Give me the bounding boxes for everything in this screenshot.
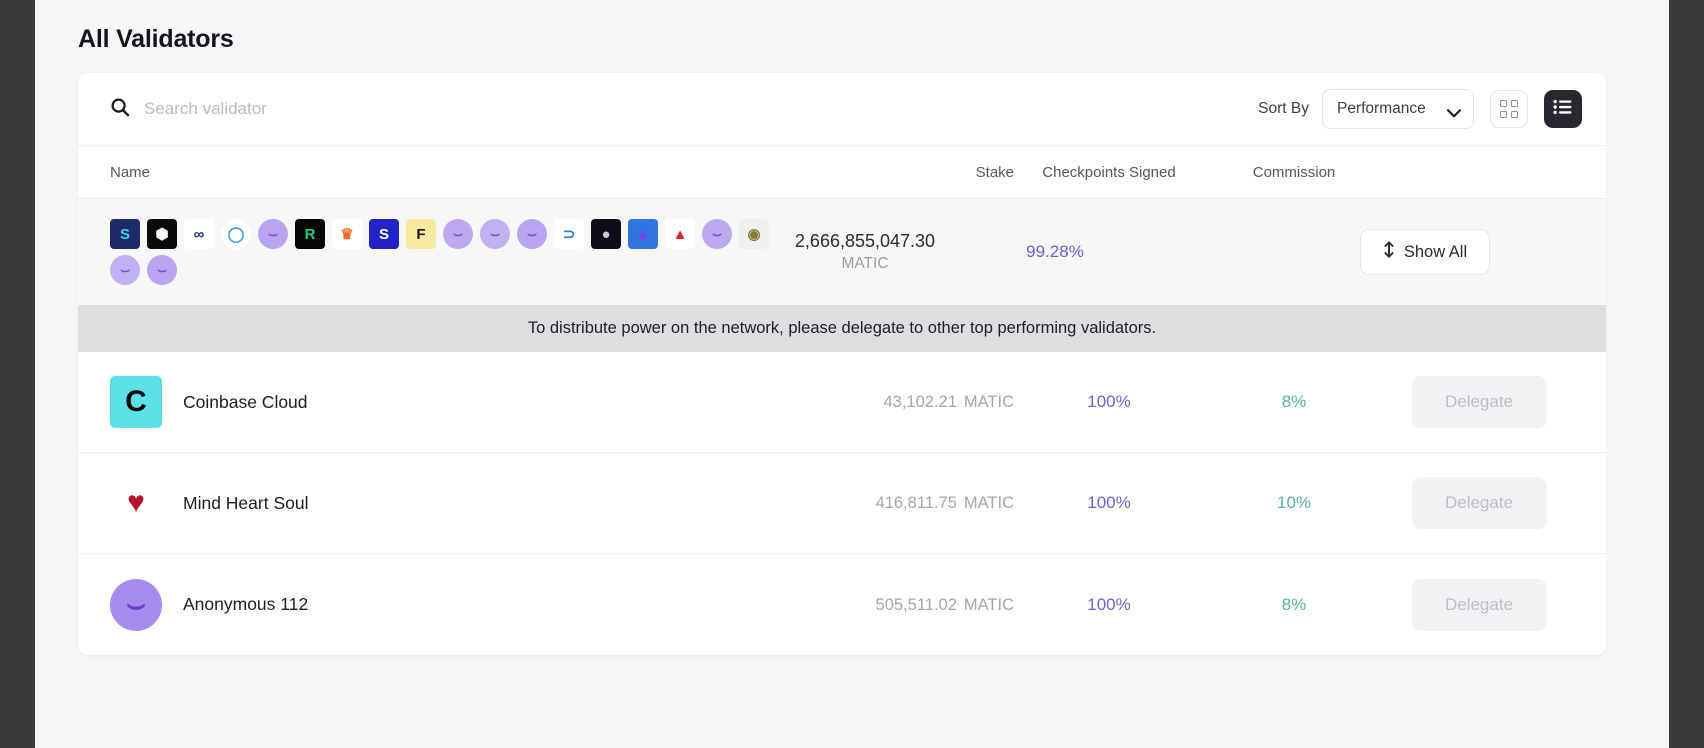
column-header-stake: Stake bbox=[975, 163, 1014, 181]
validator-commission: 8% bbox=[1281, 392, 1307, 411]
anonymous-face-logo: ⌣ bbox=[110, 578, 162, 631]
sphere-s-avatar[interactable]: S bbox=[369, 219, 399, 249]
validator-stake-unit: MATIC bbox=[963, 494, 1014, 512]
hexagon-avatar[interactable]: ⬢ bbox=[147, 219, 177, 249]
crown-avatar[interactable]: ♛ bbox=[332, 219, 362, 249]
validator-stake-value: 416,811.75 bbox=[875, 494, 957, 512]
search-container[interactable] bbox=[110, 97, 1258, 122]
circle-avatar[interactable]: ◯ bbox=[221, 219, 251, 249]
validator-checkpoints: 100% bbox=[1087, 493, 1131, 512]
portrait-avatar[interactable]: ◉ bbox=[739, 219, 769, 249]
column-header-commission: Commission bbox=[1252, 163, 1336, 181]
coinbase-logo: C bbox=[110, 376, 162, 428]
search-icon bbox=[110, 97, 130, 122]
grid-view-button[interactable] bbox=[1490, 90, 1528, 128]
anonymous-face-avatar[interactable]: ⌣ bbox=[443, 219, 473, 249]
toolbar: Sort By Performance bbox=[78, 73, 1606, 146]
table-row[interactable]: ⌣ Anonymous 112 505,511.02 MATIC 100% 8% Deleg… bbox=[78, 554, 1606, 655]
sort-by-label: Sort By bbox=[1258, 100, 1309, 117]
sort-by-select[interactable]: Performance bbox=[1322, 89, 1474, 129]
table-row[interactable]: ♥ Mind Heart Soul 416,811.75 MATIC 100% 10% De… bbox=[78, 453, 1606, 554]
anonymous-face-avatar[interactable]: ⌣ bbox=[702, 219, 732, 249]
validator-commission: 10% bbox=[1276, 493, 1312, 512]
table-row[interactable]: C Coinbase Cloud 43,102.21 MATIC 100% 8% Deleg… bbox=[78, 352, 1606, 453]
aggregate-checkpoints: 99.28% bbox=[1026, 242, 1084, 261]
validator-stake-value: 505,511.02 bbox=[875, 595, 957, 614]
validator-name: Coinbase Cloud bbox=[183, 391, 308, 412]
delegate-button[interactable]: Delegate bbox=[1411, 376, 1547, 428]
avalanche-avatar[interactable]: ▲ bbox=[628, 219, 658, 249]
validator-name-cell: C Coinbase Cloud bbox=[110, 376, 824, 428]
column-header-checkpoints: Checkpoints Signed bbox=[1042, 163, 1176, 181]
letter-f-avatar[interactable]: F bbox=[406, 219, 436, 249]
validator-list: C Coinbase Cloud 43,102.21 MATIC 100% 8% Deleg… bbox=[78, 352, 1606, 655]
validator-name-cell: ⌣ Anonymous 112 bbox=[110, 578, 824, 631]
table-header: Name Stake Checkpoints Signed Commission bbox=[78, 146, 1606, 199]
bracket-avatar[interactable]: ⊃ bbox=[554, 219, 584, 249]
globe-avatar[interactable]: ● bbox=[591, 219, 621, 249]
anonymous-face-avatar[interactable]: ⌣ bbox=[517, 219, 547, 249]
validator-stake-cell: 505,511.02 MATIC bbox=[824, 595, 1014, 615]
aggregate-action: Show All bbox=[1330, 229, 1520, 275]
validator-stake-unit: MATIC bbox=[963, 393, 1014, 411]
show-all-button[interactable]: Show All bbox=[1359, 229, 1491, 275]
sort-by-value: Performance bbox=[1337, 100, 1426, 117]
aggregate-stake: 2,666,855,047.30 MATIC bbox=[770, 229, 960, 274]
validator-stake-cell: 416,811.75 MATIC bbox=[824, 493, 1014, 513]
column-header-name: Name bbox=[110, 163, 151, 181]
validator-checkpoints: 100% bbox=[1087, 594, 1131, 614]
distribution-notice-banner: To distribute power on the network, plea… bbox=[78, 305, 1606, 352]
updown-arrow-icon bbox=[1383, 241, 1395, 263]
validators-card: Sort By Performance bbox=[78, 73, 1606, 655]
list-icon bbox=[1553, 99, 1573, 120]
mountain-avatar[interactable]: ▲ bbox=[665, 219, 695, 249]
validator-stake-unit: MATIC bbox=[963, 595, 1014, 614]
validator-action-cell: Delegate bbox=[1384, 376, 1574, 428]
sperax-avatar[interactable]: S bbox=[110, 219, 140, 249]
aggregate-stake-unit: MATIC bbox=[841, 254, 889, 272]
validator-checkpoints: 100% bbox=[1087, 392, 1131, 411]
validator-action-cell: Delegate bbox=[1384, 578, 1574, 631]
search-input[interactable] bbox=[144, 99, 564, 119]
matrix-r-avatar[interactable]: R bbox=[295, 219, 325, 249]
validator-stake-value: 43,102.21 bbox=[883, 393, 957, 411]
validator-stake-cell: 43,102.21 MATIC bbox=[824, 392, 1014, 412]
validator-name: Anonymous 112 bbox=[183, 594, 309, 614]
validator-name: Mind Heart Soul bbox=[183, 492, 309, 513]
anonymous-face-avatar[interactable]: ⌣ bbox=[147, 255, 177, 285]
anonymous-face-avatar[interactable]: ⌣ bbox=[258, 219, 288, 249]
validator-action-cell: Delegate bbox=[1384, 477, 1574, 529]
heart-rays-logo: ♥ bbox=[110, 477, 162, 529]
delegate-button[interactable]: Delegate bbox=[1411, 578, 1547, 631]
validator-name-cell: ♥ Mind Heart Soul bbox=[110, 477, 824, 529]
show-all-label: Show All bbox=[1403, 242, 1468, 261]
infinity-avatar[interactable]: ∞ bbox=[184, 219, 214, 249]
aggregate-stake-value: 2,666,855,047.30 bbox=[794, 231, 936, 252]
chevron-down-icon bbox=[1446, 105, 1462, 117]
anonymous-face-avatar[interactable]: ⌣ bbox=[110, 255, 140, 285]
page-title: All Validators bbox=[78, 25, 234, 53]
aggregate-row: S ⬢ ∞ ◯ ⌣ R ♛ S F ⌣ ⌣ ⌣ ⊃ ● ▲ ▲ ⌣ ◉ ⌣ ⌣ 2,666,855,047.30 MA… bbox=[78, 199, 1606, 305]
page-root: All Validators Sort By Performance bbox=[35, 0, 1669, 748]
grid-icon bbox=[1500, 100, 1518, 118]
delegate-button[interactable]: Delegate bbox=[1411, 477, 1547, 529]
validator-avatar-cluster[interactable]: S ⬢ ∞ ◯ ⌣ R ♛ S F ⌣ ⌣ ⌣ ⊃ ● ▲ ▲ ⌣ ◉ ⌣ ⌣ bbox=[110, 219, 770, 285]
list-view-button[interactable] bbox=[1544, 90, 1582, 128]
anonymous-face-avatar[interactable]: ⌣ bbox=[480, 219, 510, 249]
validator-commission: 8% bbox=[1281, 594, 1307, 614]
